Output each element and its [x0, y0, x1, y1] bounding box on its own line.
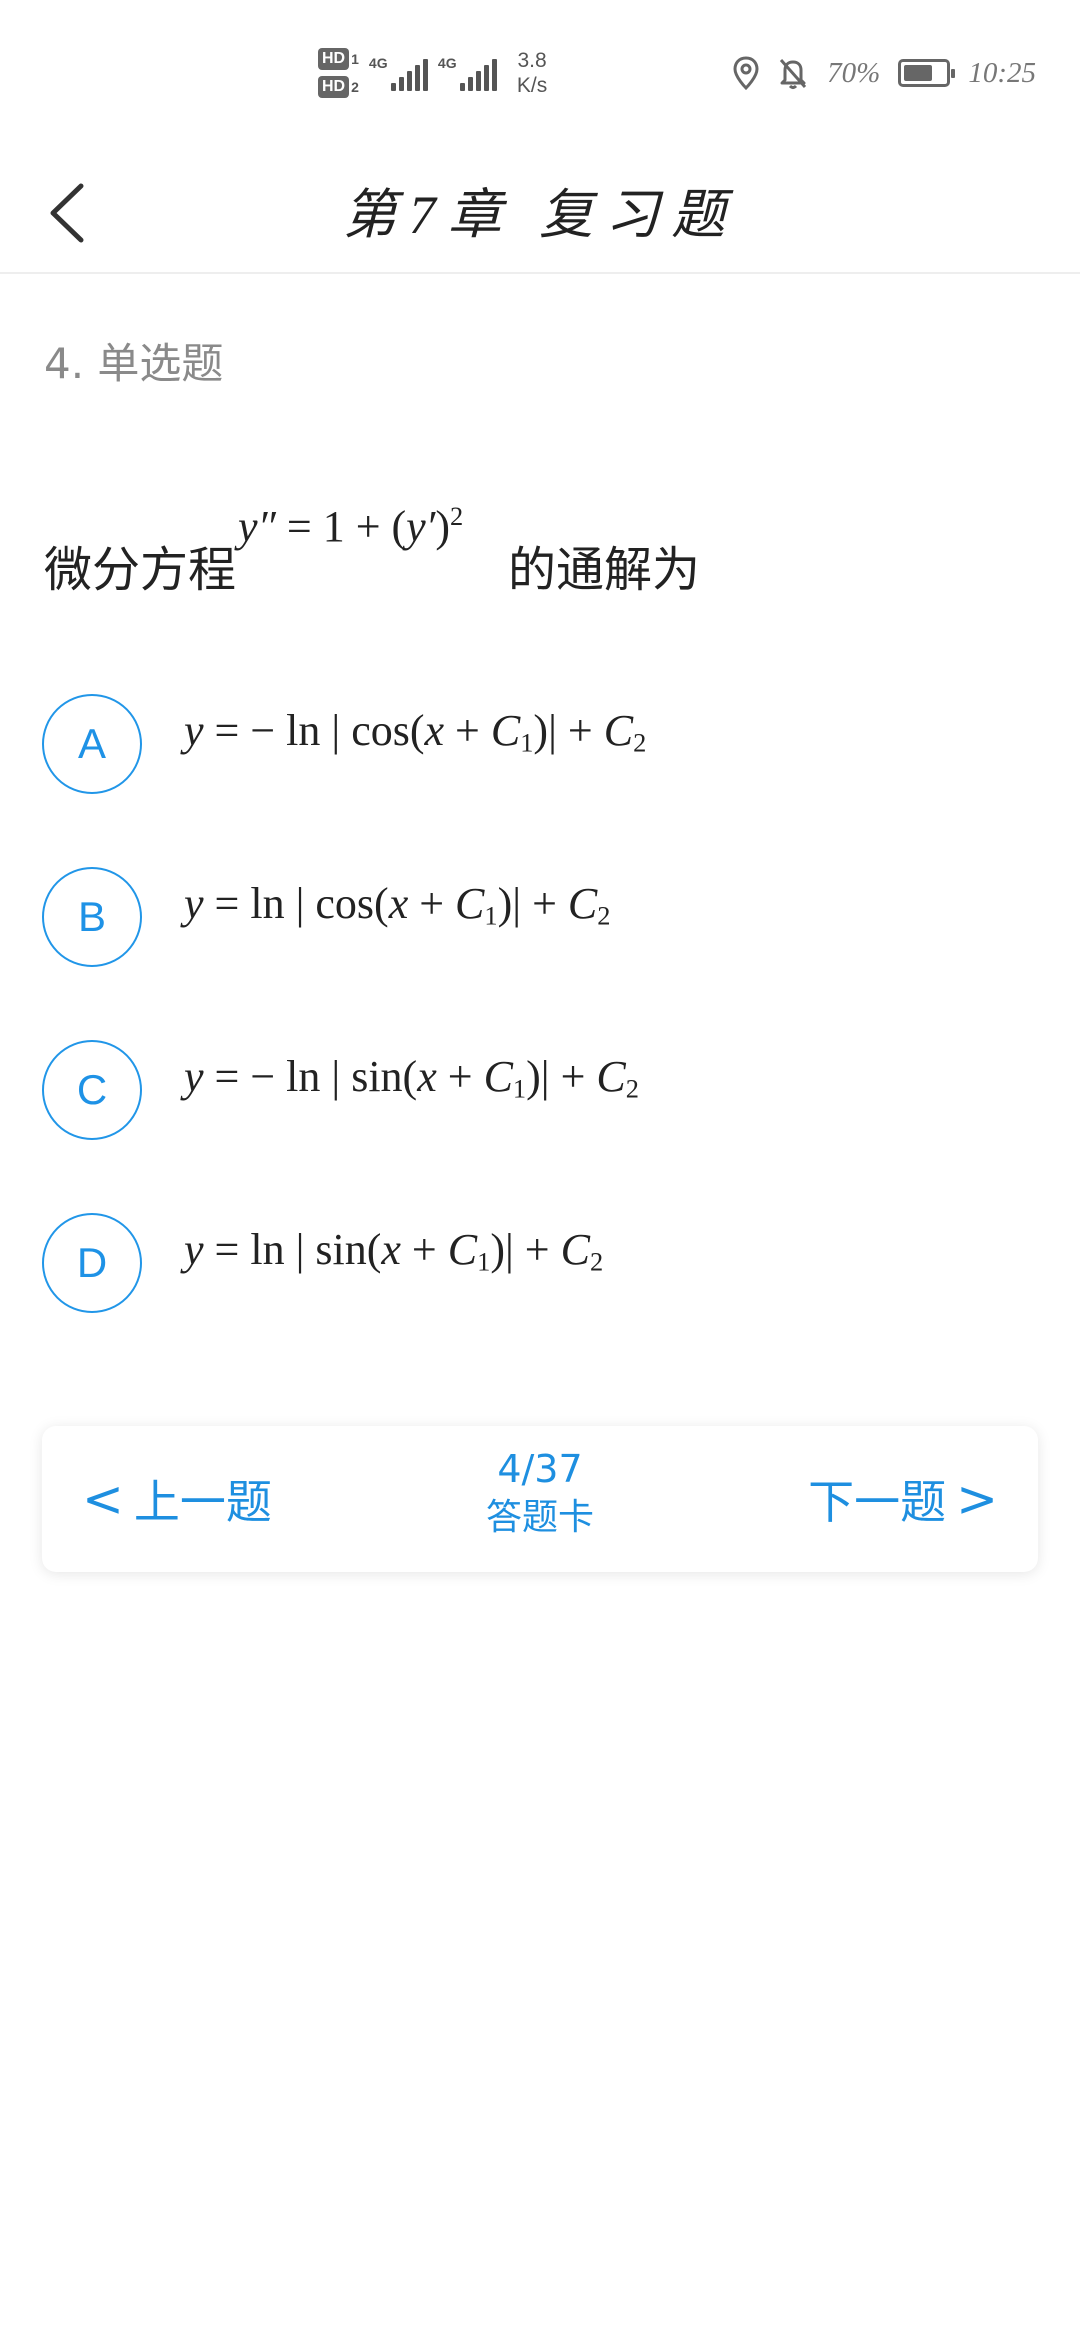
option-d-marker[interactable]: D — [42, 1213, 142, 1313]
question-suffix: 的通解为 — [508, 542, 701, 598]
option-a-marker[interactable]: A — [42, 694, 142, 794]
question-type-label: 4. 单选题 — [44, 339, 224, 388]
prev-question-label: 上一题 — [133, 1475, 272, 1529]
page-title: 第7章 复习题 — [342, 185, 738, 245]
chevron-left-icon: < — [82, 1470, 124, 1528]
hd-badge-1: HD 1 — [318, 48, 359, 70]
hd-indicators: HD 1 HD 2 — [318, 48, 359, 98]
option-b-marker[interactable]: B — [42, 867, 142, 967]
option-a[interactable]: A y = − ln | cos(x + C1)| + C2 — [42, 694, 1042, 794]
option-a-formula-image: y = − ln | cos(x + C1)| + C2 — [184, 706, 647, 758]
battery-percentage: 70% — [827, 56, 881, 89]
signal-strength-icon-1: 4G — [369, 55, 428, 91]
answer-card-button[interactable]: 4/37 答题卡 — [420, 1444, 660, 1542]
question-formula-image: y″ = 1 + (y′)2 — [238, 501, 464, 551]
option-c[interactable]: C y = − ln | sin(x + C1)| + C2 — [42, 1040, 1042, 1140]
status-right: 70% 10:25 — [733, 56, 1036, 90]
battery-icon — [898, 59, 956, 87]
status-left: HD 1 HD 2 4G 4G 3.8 K/s — [318, 48, 547, 98]
question-stem: 微分方程 y″ = 1 + (y′)2 的通解为 — [44, 490, 700, 600]
chevron-right-icon: > — [956, 1470, 998, 1528]
option-d-formula-image: y = ln | sin(x + C1)| + C2 — [184, 1225, 604, 1277]
app-header: 第7章 复习题 — [0, 150, 1080, 274]
battery-fill — [904, 65, 933, 81]
network-speed: 3.8 K/s — [516, 49, 548, 97]
next-question-label: 下一题 — [808, 1475, 947, 1529]
status-bar: HD 1 HD 2 4G 4G 3.8 K/s 70% 10:25 — [0, 0, 1080, 150]
option-b-formula-image: y = ln | cos(x + C1)| + C2 — [184, 879, 611, 931]
option-d[interactable]: D y = ln | sin(x + C1)| + C2 — [42, 1213, 1042, 1313]
hd-badge-2: HD 2 — [318, 76, 359, 98]
location-icon — [733, 56, 759, 90]
option-c-formula-image: y = − ln | sin(x + C1)| + C2 — [184, 1052, 639, 1104]
notifications-muted-icon — [780, 59, 807, 89]
question-navigation: < 上一题 4/37 答题卡 下一题 > — [42, 1426, 1038, 1572]
question-prefix: 微分方程 — [44, 542, 237, 598]
signal-strength-icon-2: 4G — [438, 55, 497, 91]
answer-options: A y = − ln | cos(x + C1)| + C2 B y = ln … — [42, 694, 1042, 1386]
option-c-marker[interactable]: C — [42, 1040, 142, 1140]
answer-card-label: 答题卡 — [485, 1497, 594, 1538]
next-question-button[interactable]: 下一题 > — [808, 1426, 998, 1572]
clock: 10:25 — [968, 56, 1036, 89]
question-progress: 4/37 — [497, 1447, 583, 1491]
option-b[interactable]: B y = ln | cos(x + C1)| + C2 — [42, 867, 1042, 967]
prev-question-button[interactable]: < 上一题 — [82, 1426, 272, 1572]
